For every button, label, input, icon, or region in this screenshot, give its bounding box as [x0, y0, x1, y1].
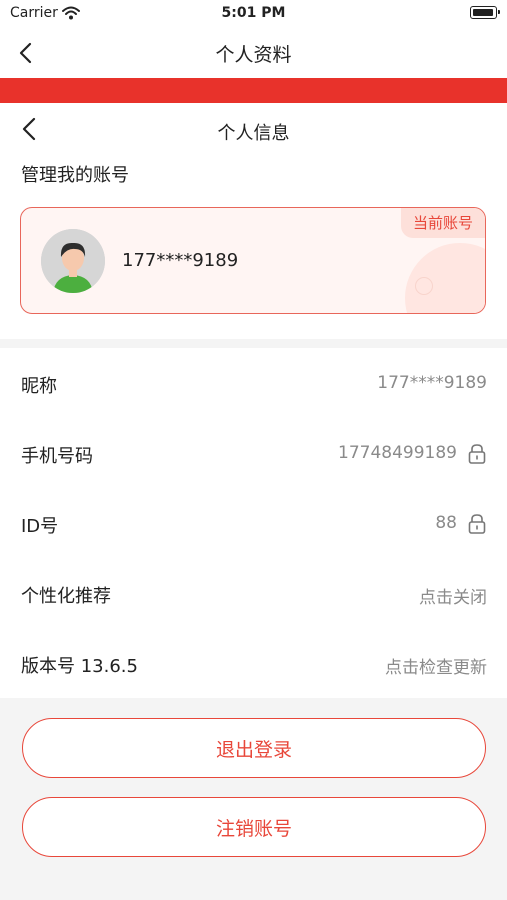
- header-band: [0, 78, 507, 103]
- settings-list: 昵称 177****9189 手机号码 17748499189 ID号 88 个…: [0, 348, 507, 698]
- row-label: 昵称: [21, 376, 57, 397]
- row-label: 手机号码: [21, 446, 93, 467]
- current-account-badge: 当前账号: [400, 208, 485, 238]
- row-personalized-recommendation[interactable]: 个性化推荐 点击关闭: [0, 558, 507, 628]
- row-value: 17748499189: [338, 443, 457, 463]
- lock-icon: [467, 443, 487, 465]
- row-version[interactable]: 版本号 13.6.5 点击检查更新: [0, 628, 507, 698]
- current-account-card[interactable]: 当前账号 177****9189: [20, 207, 486, 314]
- deregister-account-button[interactable]: 注销账号: [22, 797, 486, 857]
- sub-page-title: 个人信息: [217, 123, 290, 144]
- card-decoration-ring: [415, 277, 433, 295]
- avatar: [41, 229, 105, 293]
- row-value: 177****9189: [377, 373, 487, 393]
- navigation-bar: 个人资料: [0, 28, 507, 78]
- row-id: ID号 88: [0, 488, 507, 558]
- row-phone-number: 手机号码 17748499189: [0, 418, 507, 488]
- row-nickname[interactable]: 昵称 177****9189: [0, 348, 507, 418]
- page-title: 个人资料: [215, 44, 292, 66]
- status-bar: Carrier 5:01 PM: [0, 0, 507, 28]
- row-value: 点击关闭: [419, 588, 487, 608]
- row-value: 点击检查更新: [385, 658, 487, 678]
- profile-section: 个人信息 管理我的账号 当前账号 177****9189: [0, 103, 507, 339]
- lock-icon: [467, 513, 487, 535]
- logout-button[interactable]: 退出登录: [22, 718, 486, 778]
- account-phone: 177****9189: [122, 250, 239, 271]
- row-label: ID号: [21, 516, 59, 537]
- battery-icon: [470, 6, 500, 19]
- row-label: 版本号 13.6.5: [21, 656, 138, 677]
- clock: 5:01 PM: [221, 5, 286, 21]
- row-value: 88: [435, 513, 457, 533]
- section-title: 管理我的账号: [21, 165, 129, 186]
- row-label: 个性化推荐: [21, 586, 111, 607]
